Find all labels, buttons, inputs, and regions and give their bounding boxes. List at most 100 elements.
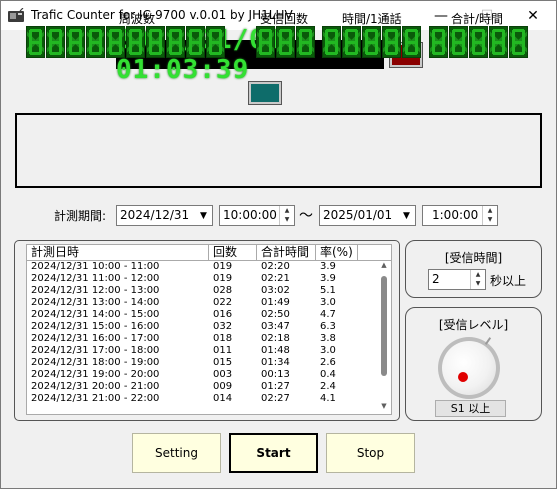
cell-total-time: 01:48 [261,345,290,356]
segment-digit [469,26,488,58]
cell-datetime: 2024/12/31 16:00 - 17:00 [31,333,160,344]
cell-total-time: 02:27 [261,393,290,404]
cell-count: 015 [213,357,233,368]
time-per-qso-label: 時間/1通話 [342,12,402,26]
segment-digit [146,26,165,58]
reception-time-spinner[interactable]: 2 ▲ ▼ [428,269,486,290]
reception-time-title: [受信時間] [444,251,503,265]
teal-indicator-led [248,81,282,105]
table-row[interactable]: 2024/12/31 11:00 - 12:00 019 02:21 3.9 [27,273,391,285]
cell-total-time: 03:02 [261,285,290,296]
table-row[interactable]: 2024/12/31 13:00 - 14:00 022 01:49 3.0 [27,297,391,309]
period-separator: ～ [299,208,313,224]
segment-digit [276,26,295,58]
spin-up-icon[interactable]: ▲ [471,270,485,279]
total-time-display [429,26,528,58]
log-list-body: 2024/12/31 10:00 - 11:00 019 02:20 3.9 2024… [27,261,391,405]
column-header-total-time[interactable]: 合計時間 [257,245,316,260]
spin-down-icon[interactable]: ▼ [483,215,497,224]
cell-datetime: 2024/12/31 12:00 - 13:00 [31,285,160,296]
segment-digit [342,26,361,58]
level-threshold-button[interactable]: S1 以上 [435,400,506,417]
spin-down-icon[interactable]: ▼ [280,215,294,224]
segment-digit [429,26,448,58]
chevron-down-icon[interactable]: ▼ [195,206,212,225]
cell-rate: 2.6 [320,357,336,368]
cell-rate: 2.4 [320,381,336,392]
segment-digit [66,26,85,58]
spin-up-icon[interactable]: ▲ [483,206,497,215]
log-list[interactable]: 計測日時 回数 合計時間 率(%) 2024/12/31 10:00 - 11:… [26,244,392,415]
end-time-spin-buttons[interactable]: ▲ ▼ [482,206,497,225]
cell-datetime: 2024/12/31 19:00 - 20:00 [31,369,160,380]
start-time-spinner[interactable]: 10:00:00 ▲ ▼ [219,205,295,226]
table-row[interactable]: 2024/12/31 20:00 - 21:00 009 01:27 2.4 [27,381,391,393]
chevron-down-icon[interactable]: ▼ [398,206,415,225]
cell-datetime: 2024/12/31 10:00 - 11:00 [31,261,160,272]
cell-rate: 0.4 [320,369,336,380]
cell-total-time: 01:34 [261,357,290,368]
start-time-spin-buttons[interactable]: ▲ ▼ [279,206,294,225]
column-header-count[interactable]: 回数 [209,245,257,260]
scrollbar-thumb[interactable] [381,276,387,376]
cell-datetime: 2024/12/31 20:00 - 21:00 [31,381,160,392]
count-label: 受信回数 [260,12,309,26]
start-date-picker[interactable]: 2024/12/31 ▼ [116,205,213,226]
reception-time-suffix: 秒以上 [490,274,527,288]
segment-digit [382,26,401,58]
cell-rate: 4.7 [320,309,336,320]
end-date-value: 2025/01/01 [323,208,393,222]
spin-down-icon[interactable]: ▼ [471,279,485,288]
cell-total-time: 02:20 [261,261,290,272]
table-row[interactable]: 2024/12/31 19:00 - 20:00 003 00:13 0.4 [27,369,391,381]
cell-count: 019 [213,273,233,284]
cell-count: 009 [213,381,233,392]
app-icon [8,8,24,22]
cell-datetime: 2024/12/31 14:00 - 15:00 [31,309,160,320]
cell-datetime: 2024/12/31 21:00 - 22:00 [31,393,160,404]
start-button[interactable]: Start [229,433,318,473]
stop-button[interactable]: Stop [326,433,415,473]
segment-digit [509,26,528,58]
table-row[interactable]: 2024/12/31 14:00 - 15:00 016 02:50 4.7 [27,309,391,321]
cell-rate: 4.1 [320,393,336,404]
frequency-display [26,26,225,58]
setting-button[interactable]: Setting [132,433,221,473]
column-header-datetime[interactable]: 計測日時 [27,245,209,260]
cell-rate: 3.8 [320,333,336,344]
column-header-rate[interactable]: 率(%) [316,245,358,260]
counter-panel [15,113,542,188]
cell-count: 011 [213,345,233,356]
cell-total-time: 03:47 [261,321,290,332]
table-row[interactable]: 2024/12/31 15:00 - 16:00 032 03:47 6.3 [27,321,391,333]
table-row[interactable]: 2024/12/31 16:00 - 17:00 018 02:18 3.8 [27,333,391,345]
cell-total-time: 02:18 [261,333,290,344]
segment-digit [166,26,185,58]
cell-datetime: 2024/12/31 15:00 - 16:00 [31,321,160,332]
scroll-down-icon[interactable]: ▼ [377,402,391,414]
segment-digit [126,26,145,58]
level-knob[interactable] [442,341,496,395]
table-row[interactable]: 2024/12/31 17:00 - 18:00 011 01:48 3.0 [27,345,391,357]
spin-up-icon[interactable]: ▲ [280,206,294,215]
reception-time-value: 2 [432,272,440,286]
cell-datetime: 2024/12/31 13:00 - 14:00 [31,297,160,308]
cell-datetime: 2024/12/31 18:00 - 19:00 [31,357,160,368]
end-date-picker[interactable]: 2025/01/01 ▼ [319,205,416,226]
table-row[interactable]: 2024/12/31 10:00 - 11:00 019 02:20 3.9 [27,261,391,273]
cell-total-time: 02:50 [261,309,290,320]
end-time-value: 1:00:00 [432,208,479,222]
table-row[interactable]: 2024/12/31 12:00 - 13:00 028 03:02 5.1 [27,285,391,297]
table-row[interactable]: 2024/12/31 18:00 - 19:00 015 01:34 2.6 [27,357,391,369]
cell-total-time: 00:13 [261,369,290,380]
segment-digit [206,26,225,58]
reception-time-spin-buttons[interactable]: ▲ ▼ [470,270,485,289]
scroll-up-icon[interactable]: ▲ [377,261,391,273]
cell-rate: 3.0 [320,345,336,356]
end-time-spinner[interactable]: 1:00:00 ▲ ▼ [422,205,498,226]
segment-digit [256,26,275,58]
log-list-scrollbar[interactable]: ▲ ▼ [377,261,391,414]
table-row[interactable]: 2024/12/31 21:00 - 22:00 014 02:27 4.1 [27,393,391,405]
segment-digit [46,26,65,58]
time-per-qso-display [322,26,421,58]
